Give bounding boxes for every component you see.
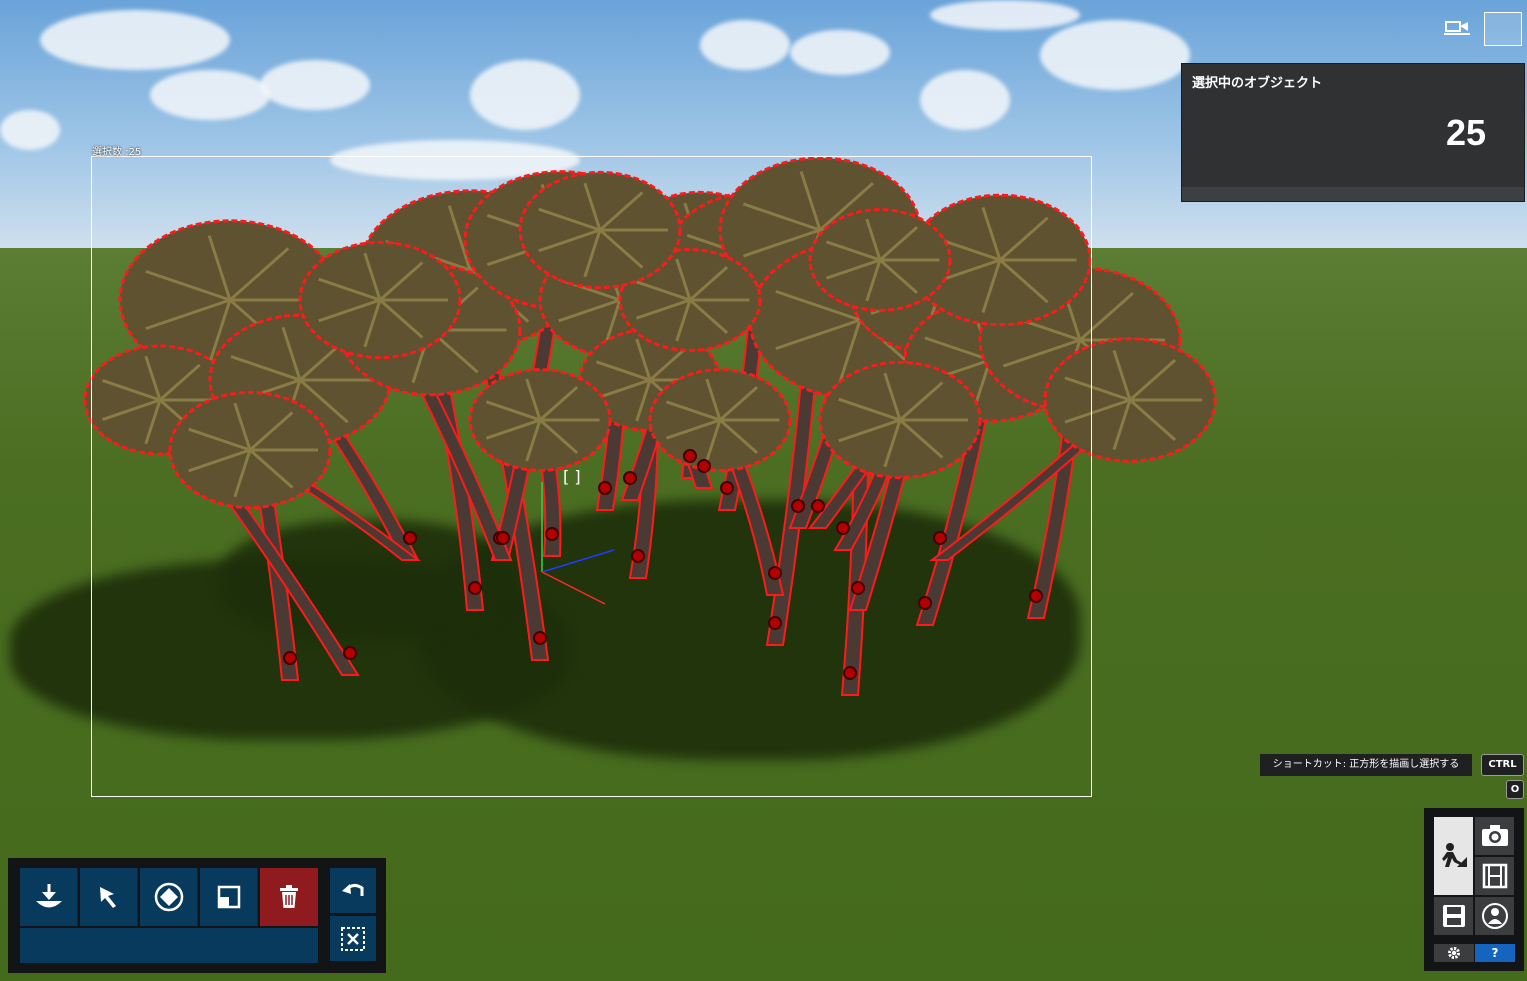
place-icon: [35, 884, 62, 908]
save-button[interactable]: [1434, 897, 1473, 935]
selection-count-label: 選択数 :25: [92, 147, 142, 158]
save-icon: [1442, 905, 1465, 927]
deselect-icon: [341, 926, 365, 951]
screenshot-button[interactable]: [1475, 817, 1514, 855]
avatar-icon: [1481, 903, 1508, 929]
undo-button[interactable]: [330, 868, 376, 913]
camera-icon: [1481, 825, 1508, 846]
video-button[interactable]: [1475, 857, 1514, 895]
deselect-button[interactable]: [330, 916, 376, 961]
mode-panel: ?: [1424, 808, 1524, 971]
build-mode-button[interactable]: [1434, 817, 1473, 895]
selected-count: 25: [1445, 112, 1486, 153]
select-tool-button[interactable]: [80, 868, 138, 926]
tool-options-area: [20, 928, 318, 963]
scale-icon: [217, 885, 240, 909]
undo-icon: [342, 883, 364, 896]
scale-tool-button[interactable]: [200, 868, 258, 926]
place-tool-button[interactable]: [20, 868, 78, 926]
delete-tool-button[interactable]: [260, 868, 318, 926]
camera-view-icon[interactable]: [1443, 18, 1471, 38]
shortcut-tooltip: ショートカット: 正方形を描画し選択する: [1260, 754, 1472, 776]
select-arrow-icon: [99, 887, 116, 908]
rotate-tool-button[interactable]: [140, 868, 198, 926]
rotate-icon: [154, 882, 183, 912]
settings-button[interactable]: [1434, 944, 1474, 962]
ctrl-key-badge: CTRL: [1481, 754, 1524, 776]
film-icon: [1482, 863, 1507, 889]
gear-icon: [1448, 947, 1460, 959]
edit-toolbar: [8, 858, 386, 973]
help-button[interactable]: ?: [1475, 944, 1515, 962]
trash-icon: [280, 885, 298, 908]
build-mode-icon: [1441, 843, 1467, 867]
avatar-button[interactable]: [1475, 897, 1514, 935]
selection-rectangle: [91, 156, 1092, 797]
minimap-toggle-button[interactable]: [1484, 12, 1522, 46]
o-key-badge: O: [1506, 780, 1524, 799]
panel-title: 選択中のオブジェクト: [1192, 76, 1323, 91]
selected-objects-panel: 選択中のオブジェクト 25: [1181, 63, 1525, 202]
panel-footer: [1182, 187, 1524, 201]
